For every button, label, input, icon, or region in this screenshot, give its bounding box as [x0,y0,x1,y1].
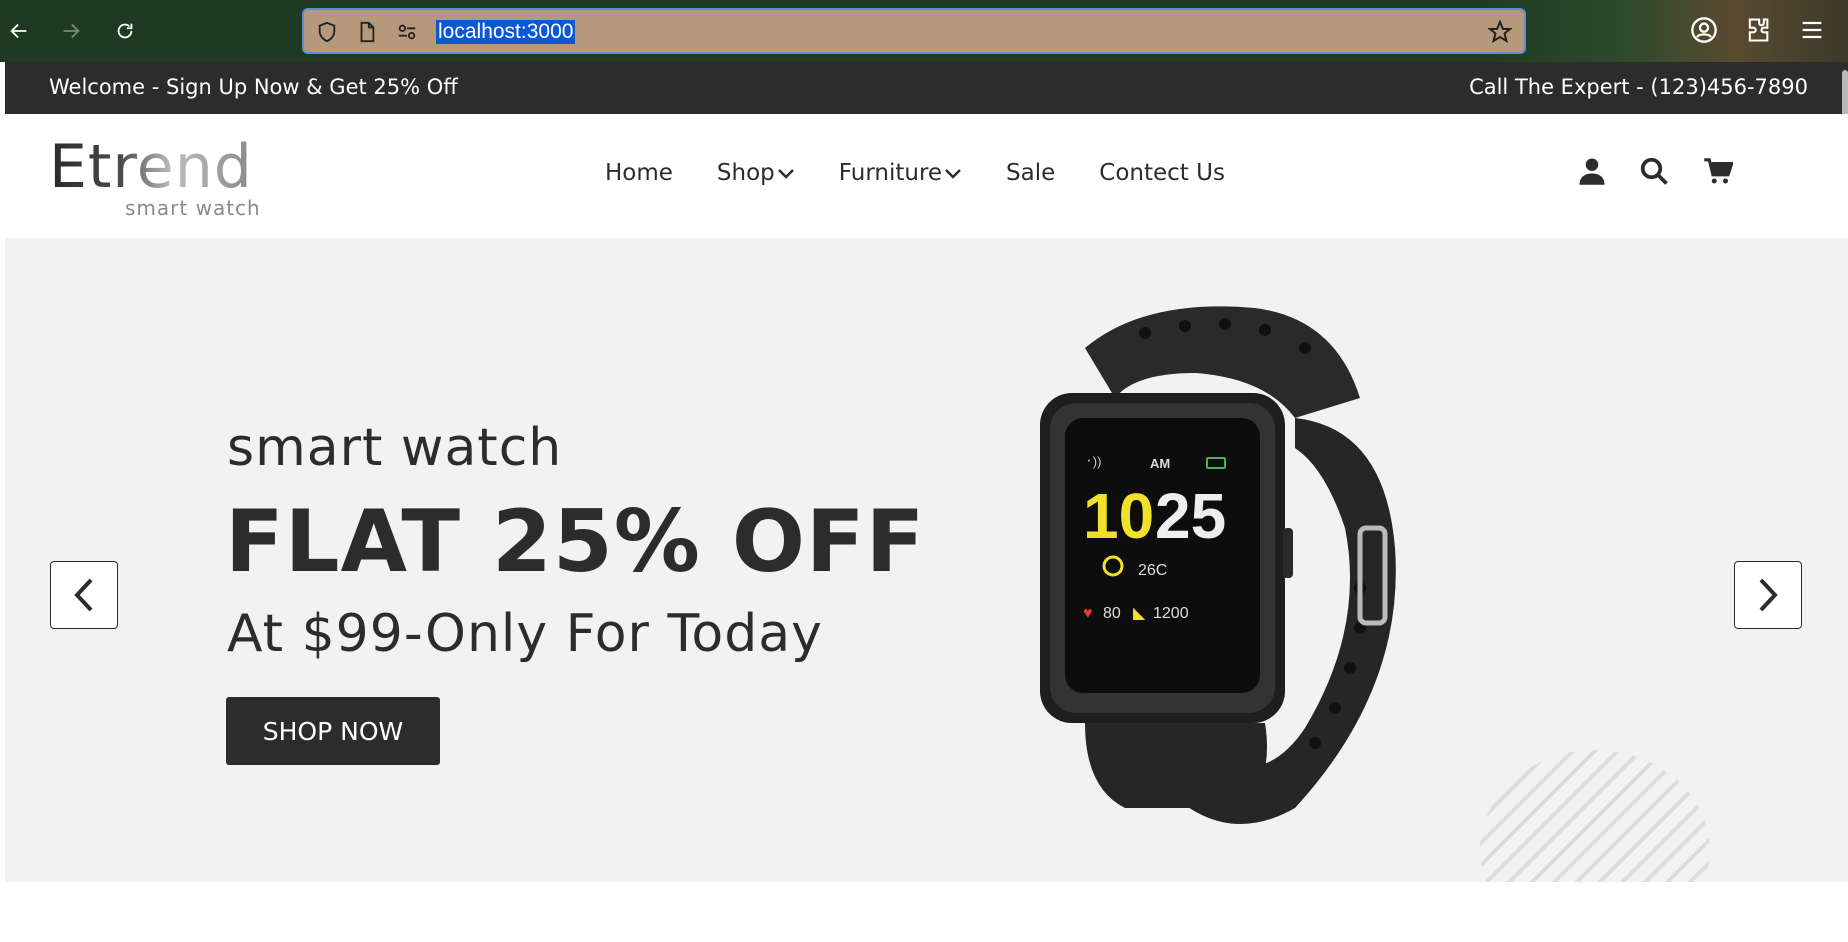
arrow-right-icon [63,23,80,39]
watch-steps: 1200 [1153,605,1189,622]
nav-contact-label: Contect Us [1099,160,1225,186]
chevron-down-icon [945,169,961,179]
nav-sale[interactable]: Sale [1006,160,1055,186]
reload-icon [117,23,133,39]
bookmark-star-icon[interactable] [1488,20,1512,44]
main-nav: Home Shop Furniture Sale Contect Us [605,160,1269,186]
shield-icon[interactable] [316,21,338,43]
account-icon[interactable] [1690,16,1718,44]
nav-furniture-label: Furniture [838,160,943,186]
chevron-down-icon [777,169,794,179]
watch-hour: 10 [1083,480,1154,552]
nav-home[interactable]: Home [605,160,673,186]
hero-headline: FLAT 25% OFF [225,492,926,592]
slider-prev-button[interactable] [50,561,118,629]
address-bar[interactable]: localhost:3000 [302,8,1526,54]
watch-ampm: AM [1150,456,1170,471]
nav-furniture[interactable]: Furniture [839,160,962,186]
chevron-left-icon [74,578,93,612]
menu-icon[interactable] [1798,16,1826,44]
nav-shop[interactable]: Shop [717,160,795,186]
search-icon[interactable] [1639,156,1669,186]
welcome-text: Welcome - Sign Up Now & Get 25% Off [49,75,458,99]
hero-tagline: At $99-Only For Today [227,604,823,664]
site-header: Etrend smart watch Home Shop Furniture S… [5,114,1848,238]
heart-icon: ♥ [1083,605,1093,622]
back-button[interactable] [2,14,36,48]
web-page: Welcome - Sign Up Now & Get 25% Off Call… [5,62,1848,942]
call-expert-text: Call The Expert - (123)456-7890 [1469,75,1808,99]
bluetooth-icon: ᛫)) [1085,454,1101,469]
nav-shop-label: Shop [716,160,775,186]
smartwatch-image: ᛫)) AM 10 25 26C ♥ 80 ◣ 1200 [1040,306,1396,824]
browser-toolbar: localhost:3000 [0,0,1848,62]
logo-sub: smart watch [125,196,261,220]
logo[interactable]: Etrend smart watch [49,132,279,220]
forward-button[interactable] [54,14,88,48]
permissions-icon[interactable] [396,21,418,43]
nav-contact[interactable]: Contect Us [1099,160,1225,186]
url-text[interactable]: localhost:3000 [436,20,576,44]
extensions-icon[interactable] [1744,16,1772,44]
hero-subtitle: smart watch [227,418,563,478]
nav-home-label: Home [605,160,673,186]
cart-icon[interactable] [1703,156,1733,186]
promo-bar: Welcome - Sign Up Now & Get 25% Off Call… [5,62,1848,154]
watch-minute: 25 [1155,480,1226,552]
watch-temp: 26C [1138,562,1167,579]
slider-next-button[interactable] [1734,561,1802,629]
chevron-right-icon [1759,578,1778,612]
hero-slider: smart watch FLAT 25% OFF At $99-Only For… [5,238,1848,882]
logo-main: Etrend [49,132,253,202]
reload-button[interactable] [108,14,142,48]
arrow-left-icon [10,23,27,39]
nav-sale-label: Sale [1006,160,1056,186]
user-icon[interactable] [1577,156,1607,186]
steps-icon: ◣ [1133,605,1146,622]
shop-now-button[interactable]: SHOP NOW [226,697,440,765]
page-icon[interactable] [356,21,378,43]
watch-heart: 80 [1103,605,1121,622]
